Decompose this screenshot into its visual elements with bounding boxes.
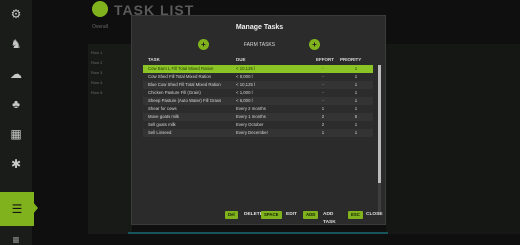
delete-key[interactable]: Del <box>225 211 238 219</box>
table-row[interactable]: Cow Barn L Fill Total Mixed Ration < 10,… <box>143 65 373 73</box>
table-row[interactable]: Blue Cow Shed Fill Total Mixed Ration < … <box>143 81 373 89</box>
list-item: Row 5 <box>91 90 103 95</box>
page-logo-icon <box>92 1 108 17</box>
page-subtitle: Overall <box>92 24 108 30</box>
esc-key[interactable]: ESC <box>348 211 363 219</box>
task-effort: - <box>322 66 324 71</box>
screen: ⚙ ♞ ☁ ♣ ▦ ✱ ≡ ☰ TASK LIST Overall Row 1 … <box>0 0 520 245</box>
sheep-icon[interactable]: ☁ <box>8 66 24 82</box>
table-row[interactable]: Sheep Pasture (Auto Water) Fill Grass < … <box>143 97 373 105</box>
task-priority: 1 <box>354 90 358 95</box>
table-row[interactable]: Move goats milk Every 1 months 2 5 <box>143 113 373 121</box>
task-priority: 1 <box>354 98 358 103</box>
task-name: Sheep Pasture (Auto Water) Fill Grass <box>148 98 222 103</box>
task-due: Every October <box>236 122 264 127</box>
table-row[interactable]: Chicken Pasture Fill (Grain) < 1,000 l -… <box>143 89 373 97</box>
gear-icon[interactable]: ✱ <box>8 156 24 172</box>
task-name: Shear for cows <box>148 106 177 111</box>
task-due: Every 2 months <box>236 106 266 111</box>
task-effort: 2 <box>321 122 325 127</box>
task-priority: 1 <box>354 122 358 127</box>
scrollbar[interactable] <box>378 65 381 215</box>
task-name: Cow Shed Fill Total Mixed Ration <box>148 74 211 79</box>
task-priority: 1 <box>354 66 358 71</box>
task-table: Cow Barn L Fill Total Mixed Ration < 10,… <box>143 65 373 137</box>
column-header-task[interactable]: TASK <box>148 57 160 62</box>
task-priority: 1 <box>354 74 358 79</box>
category-label: FARM TASKS <box>243 42 276 48</box>
checklist-icon: ☰ <box>11 202 23 216</box>
task-effort: 1 <box>321 106 325 111</box>
task-effort: 1 <box>321 130 325 135</box>
list-icon[interactable]: ≡ <box>8 232 24 245</box>
task-name: Blue Cow Shed Fill Total Mixed Ration <box>148 82 221 87</box>
table-row[interactable]: Shear for cows Every 2 months 1 1 <box>143 105 373 113</box>
task-priority: 1 <box>354 130 358 135</box>
manage-tasks-dialog: Manage Tasks + FARM TASKS + TASK DUE EFF… <box>131 15 386 225</box>
table-row[interactable]: Sell goats milk Every October 2 1 <box>143 121 373 129</box>
close-button[interactable]: CLOSE <box>366 211 383 219</box>
edit-button[interactable]: EDIT <box>286 211 297 219</box>
scrollbar-thumb[interactable] <box>378 65 381 183</box>
task-effort: - <box>322 82 324 87</box>
table-row[interactable]: Cow Shed Fill Total Mixed Ration < 8,000… <box>143 73 373 81</box>
task-effort: 2 <box>321 114 325 119</box>
cow-icon[interactable]: ♞ <box>8 36 24 52</box>
task-due: Every 1 months <box>236 114 266 119</box>
add-key[interactable]: ADD <box>303 211 319 219</box>
space-key[interactable]: SPACE <box>261 211 282 219</box>
background-list: Row 1 Row 2 Row 3 Row 4 Row 5 <box>88 50 134 100</box>
task-name: Cow Barn L Fill Total Mixed Ration <box>148 66 214 71</box>
task-effort: - <box>322 98 324 103</box>
task-name: Sell goats milk <box>148 122 176 127</box>
dialog-title: Manage Tasks <box>235 24 284 31</box>
task-name: Move goats milk <box>148 114 180 119</box>
active-indicator <box>32 201 38 215</box>
task-effort: - <box>322 90 324 95</box>
next-category-button[interactable]: + <box>309 39 320 50</box>
task-due: < 8,000 l <box>236 74 253 79</box>
task-name: Chicken Pasture Fill (Grain) <box>148 90 201 95</box>
task-name: Sell Linseed <box>148 130 172 135</box>
column-header-due[interactable]: DUE <box>236 57 246 62</box>
column-header-effort[interactable]: EFFORT <box>316 57 334 62</box>
list-item: Row 4 <box>91 80 103 85</box>
tractor-icon[interactable]: ⚙ <box>8 6 24 22</box>
list-item: Row 2 <box>91 60 103 65</box>
background-right-panel <box>386 44 520 234</box>
task-priority: 1 <box>354 82 358 87</box>
calendar-icon[interactable]: ▦ <box>8 126 24 142</box>
task-due: < 10,125 l <box>236 82 255 87</box>
task-effort: - <box>322 74 324 79</box>
task-due: < 1,000 l <box>236 90 253 95</box>
column-header-priority[interactable]: PRIORITY <box>340 57 361 62</box>
table-row[interactable]: Sell Linseed Every December 1 1 <box>143 129 373 137</box>
task-due: Every December <box>236 130 268 135</box>
task-priority: 5 <box>354 114 358 119</box>
sidebar: ⚙ ♞ ☁ ♣ ▦ ✱ ≡ ☰ <box>0 0 38 245</box>
add-task-button[interactable]: ADD TASK <box>323 211 336 227</box>
list-item: Row 1 <box>91 50 103 55</box>
task-priority: 1 <box>354 106 358 111</box>
sprout-icon[interactable]: ♣ <box>8 96 24 112</box>
sidebar-item-tasks[interactable]: ☰ <box>0 192 34 226</box>
task-due: < 10,125 l <box>236 66 255 71</box>
background-accent-line <box>128 232 388 234</box>
list-item: Row 3 <box>91 70 103 75</box>
task-due: < 6,000 l <box>236 98 253 103</box>
